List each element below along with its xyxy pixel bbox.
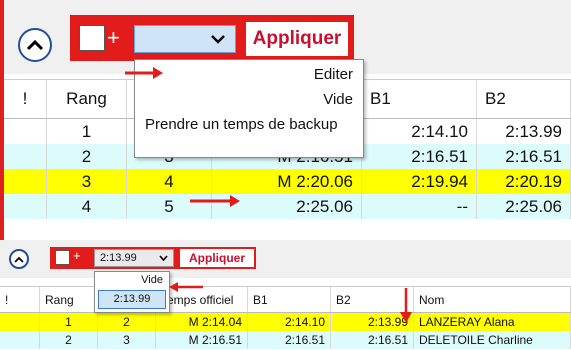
menu-item-vide[interactable]: Vide (135, 85, 363, 110)
collapse-button[interactable] (9, 249, 29, 269)
column-header-rang[interactable]: Rang (47, 80, 127, 118)
table-header: ! Rang Temps officiel B1 B2 Nom (0, 286, 571, 313)
table-row[interactable]: 2 3 M 2:16.51 2:16.51 2:16.51 DELETOILE … (0, 331, 571, 349)
column-header-b1[interactable]: B1 (362, 80, 477, 118)
table-row[interactable]: 4 5 2:25.06 -- 2:25.06 (4, 194, 571, 219)
apply-button[interactable]: Appliquer (180, 249, 254, 267)
plus-icon: + (107, 25, 120, 50)
column-header-flag[interactable]: ! (4, 80, 47, 118)
table-row[interactable]: 3 4 M 2:20.06 2:19.94 2:20.19 (4, 169, 571, 194)
menu-item-editer[interactable]: Editer (135, 60, 363, 85)
backup-time-combo[interactable]: 2:13.99 (94, 249, 174, 267)
column-header-rang[interactable]: Rang (40, 287, 98, 312)
zoomed-panel: + Appliquer ! Rang B1 B2 1 2:14.10 2:13.… (0, 0, 571, 240)
column-header-b2[interactable]: B2 (477, 80, 571, 118)
table-row[interactable]: 1 2 M 2:14.04 2:14.10 2:13.99 LANZERAY A… (0, 313, 571, 331)
select-checkbox[interactable] (79, 25, 105, 51)
select-checkbox[interactable] (55, 250, 70, 265)
backup-time-dropdown: Vide 2:13.99 (94, 271, 170, 313)
menu-item-backup-time[interactable]: 2:13.99 (98, 290, 166, 309)
collapse-button[interactable] (18, 28, 52, 62)
column-header-b2[interactable]: B2 (331, 287, 414, 312)
plus-icon: + (73, 248, 81, 263)
menu-item-backup[interactable]: Prendre un temps de backup (135, 110, 363, 135)
chevron-up-icon (14, 256, 24, 263)
menu-item-vide[interactable]: Vide (95, 272, 169, 289)
normal-panel: + 2:13.99 Appliquer ! Rang Temps officie… (0, 240, 571, 350)
backup-time-combo[interactable] (134, 25, 236, 53)
combo-value: 2:13.99 (100, 252, 137, 264)
context-menu: Editer Vide Prendre un temps de backup (134, 59, 364, 158)
chevron-up-icon (26, 39, 44, 51)
chevron-down-icon (159, 255, 168, 262)
column-header-nom[interactable]: Nom (414, 287, 571, 312)
chevron-down-icon (211, 35, 225, 44)
column-header-b1[interactable]: B1 (248, 287, 331, 312)
apply-button[interactable]: Appliquer (246, 22, 348, 56)
column-header-flag[interactable]: ! (0, 287, 40, 312)
